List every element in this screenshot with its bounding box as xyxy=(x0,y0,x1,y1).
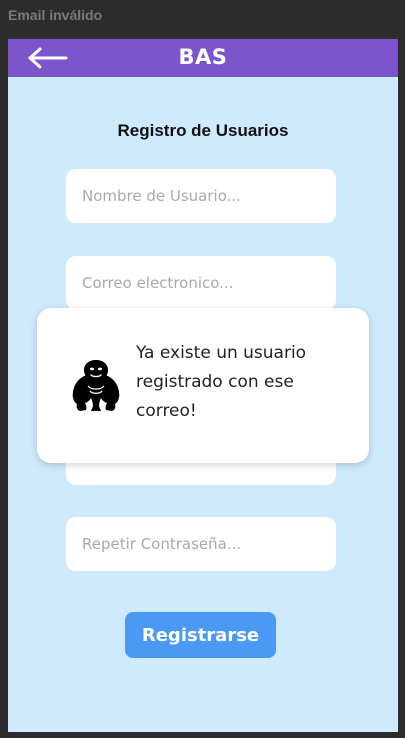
window-title: Email inválido xyxy=(8,7,103,23)
app-bar: BAS xyxy=(8,39,398,77)
username-field[interactable] xyxy=(66,169,336,223)
error-toast: Ya existe un usuario registrado con ese … xyxy=(37,308,369,463)
toast-message: Ya existe un usuario registrado con ese … xyxy=(136,343,307,421)
email-field[interactable] xyxy=(66,256,336,310)
form-title: Registro de Usuarios xyxy=(117,121,289,140)
register-button[interactable]: Registrarse xyxy=(125,612,276,658)
app-title: BAS xyxy=(178,45,228,69)
repeat-password-field[interactable] xyxy=(66,517,336,571)
gorilla-logo-icon xyxy=(72,360,120,411)
